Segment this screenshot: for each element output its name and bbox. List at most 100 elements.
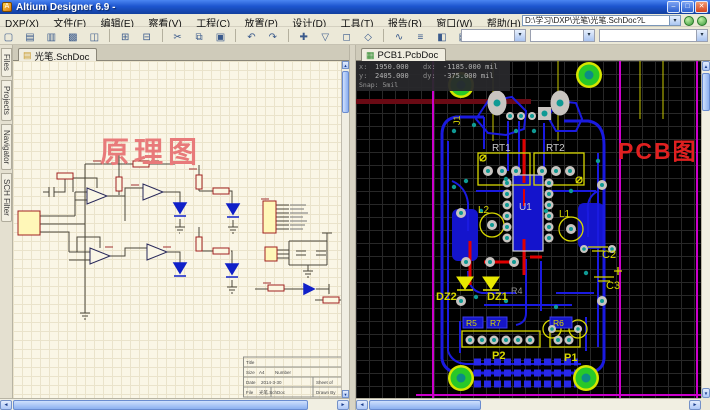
path-dropdown-icon[interactable]: ▾ xyxy=(670,15,681,26)
part-icon[interactable]: ◧ xyxy=(433,29,450,45)
close-button[interactable]: ✕ xyxy=(695,1,708,13)
sch-title-block: Title Size A4 Number Date 2014-3-30 Shee… xyxy=(243,356,341,398)
pcb-canvas[interactable]: x: 1950.000 dx: -1185.000 mil y: 2405.000 d… xyxy=(356,61,701,398)
maximize-button[interactable]: □ xyxy=(681,1,694,13)
window-title: Altium Designer 6.9 - xyxy=(16,1,116,13)
designator-j1: J1 xyxy=(452,115,462,125)
scroll-down-icon[interactable]: ▼ xyxy=(702,388,710,398)
title-bar: A Altium Designer 6.9 - – □ ✕ xyxy=(0,0,710,14)
designator-l1: L1 xyxy=(559,209,571,220)
undo-icon[interactable]: ↶ xyxy=(243,29,260,45)
designator-p2: P2 xyxy=(492,350,505,362)
schematic-doc-icon: ▤ xyxy=(23,50,32,60)
schematic-vscrollbar[interactable]: ▲ ▼ xyxy=(341,61,349,398)
svg-text:Sheet of: Sheet of xyxy=(316,380,334,385)
paste-icon[interactable]: ▣ xyxy=(212,29,229,45)
forward-history-icon[interactable] xyxy=(697,15,707,26)
print-icon[interactable]: ▩ xyxy=(64,29,81,45)
zoom-window-icon[interactable]: ⊞ xyxy=(117,29,134,45)
cut-icon[interactable]: ✂ xyxy=(169,29,186,45)
scroll-right-icon[interactable]: ► xyxy=(689,400,701,410)
cross-probe-icon[interactable]: ✚ xyxy=(295,29,312,45)
pcb-vscrollbar[interactable]: ▲ ▼ xyxy=(701,61,710,398)
rail-tab-files[interactable]: Files xyxy=(1,48,12,77)
schematic-tabstrip: ▤ 光笔.SchDoc xyxy=(13,45,349,63)
svg-text:Date: Date xyxy=(246,380,256,385)
pcb-drawing: J1 RT1 RT2 U1 L2 L1 DZ2 DZ1 C2 C3 R4 R5 … xyxy=(356,61,701,398)
schematic-hscrollbar[interactable]: ◄ ► xyxy=(0,398,349,410)
scroll-thumb[interactable] xyxy=(13,400,308,410)
pcb-overlay-caption: PCB图 xyxy=(618,138,698,164)
schematic-drawing: 原理图 Title Size A4 Number Date 2014-3-30 … xyxy=(17,137,341,398)
rail-tab-navigator[interactable]: Navigator xyxy=(1,123,12,171)
footprint-combo[interactable]: ▾ xyxy=(599,29,708,42)
designator-rt2: RT2 xyxy=(546,143,565,154)
open-icon[interactable]: ▤ xyxy=(21,29,38,45)
svg-text:Number: Number xyxy=(275,370,292,375)
scroll-thumb[interactable] xyxy=(702,73,710,111)
designator-l2: L2 xyxy=(478,205,490,216)
combo-arrow-icon[interactable]: ▾ xyxy=(583,30,594,41)
pcb-tabstrip: ▦ PCB1.PcbDoc xyxy=(356,45,710,63)
layer-pair-combo[interactable]: ▾ xyxy=(461,29,526,42)
combo-arrow-icon[interactable]: ▾ xyxy=(696,30,707,41)
pcb-hscrollbar[interactable]: ◄ ► xyxy=(356,398,701,410)
back-history-icon[interactable] xyxy=(684,15,694,26)
svg-text:File: File xyxy=(246,390,254,395)
redo-icon[interactable]: ↷ xyxy=(264,29,281,45)
scroll-down-icon[interactable]: ▼ xyxy=(342,390,349,398)
pcb-tab-label: PCB1.PcbDoc xyxy=(377,50,439,61)
copy-icon[interactable]: ⧉ xyxy=(191,29,208,45)
sch-opamps xyxy=(86,183,169,265)
new-document-icon[interactable]: ▢ xyxy=(0,29,17,45)
scroll-up-icon[interactable]: ▲ xyxy=(702,61,710,71)
scroll-thumb[interactable] xyxy=(342,71,349,113)
designator-c2: C2 xyxy=(602,249,616,261)
scroll-left-icon[interactable]: ◄ xyxy=(0,400,12,410)
sch-pin-labels xyxy=(290,204,308,230)
designator-r6: R6 xyxy=(553,318,564,328)
workspace-panel-rail: Files Projects Navigator SCH Filter xyxy=(0,45,13,410)
coordinate-hud: x: 1950.000 dx: -1185.000 mil y: 2405.000 d… xyxy=(356,61,510,91)
scroll-thumb[interactable] xyxy=(369,400,481,410)
wire-icon[interactable]: ∿ xyxy=(391,29,408,45)
sch-resistors xyxy=(56,160,340,304)
sch-wires xyxy=(40,163,341,313)
scroll-left-icon[interactable]: ◄ xyxy=(356,400,368,410)
designator-dz1: DZ1 xyxy=(487,291,508,303)
designator-r5: R5 xyxy=(466,318,477,328)
svg-text:Drawn By: Drawn By xyxy=(316,390,336,395)
scroll-right-icon[interactable]: ► xyxy=(337,400,349,410)
designator-u1: U1 xyxy=(519,202,532,213)
designator-r4: R4 xyxy=(511,286,523,296)
rail-tab-projects[interactable]: Projects xyxy=(1,79,12,121)
designator-r7: R7 xyxy=(490,318,501,328)
address-bar: D:\学习\DXP\光笔\光笔.SchDoc?L ▾ xyxy=(522,15,707,26)
app-icon: A xyxy=(2,2,12,12)
via-style-combo[interactable]: ▾ xyxy=(530,29,595,42)
scroll-up-icon[interactable]: ▲ xyxy=(342,61,349,69)
filter-icon[interactable]: ▽ xyxy=(317,29,334,45)
svg-text:Title: Title xyxy=(246,360,255,365)
rail-tab-sch-filter[interactable]: SCH Filter xyxy=(1,173,12,222)
save-icon[interactable]: ▥ xyxy=(43,29,60,45)
minimize-button[interactable]: – xyxy=(667,1,680,13)
pcb-zener-silk xyxy=(456,276,500,291)
svg-text:光笔.SchDoc: 光笔.SchDoc xyxy=(259,389,286,396)
select-icon[interactable]: ◻ xyxy=(338,29,355,45)
schematic-overlay-caption: 原理图 xyxy=(100,137,202,169)
pane-splitter[interactable] xyxy=(349,45,356,410)
move-icon[interactable]: ◇ xyxy=(360,29,377,45)
snap-status: Snap: 5mil xyxy=(359,81,399,89)
zoom-fit-icon[interactable]: ⊟ xyxy=(138,29,155,45)
designator-c3: C3 xyxy=(606,280,620,292)
schematic-canvas[interactable]: 原理图 Title Size A4 Number Date 2014-3-30 … xyxy=(13,61,341,398)
designator-p1: P1 xyxy=(564,352,577,364)
document-path-box[interactable]: D:\学习\DXP\光笔\光笔.SchDoc?L xyxy=(522,15,670,26)
bus-icon[interactable]: ≡ xyxy=(412,29,429,45)
designator-dz2: DZ2 xyxy=(436,291,457,303)
svg-text:Size: Size xyxy=(246,370,255,375)
print-preview-icon[interactable]: ◫ xyxy=(86,29,103,45)
pcb-doc-icon: ▦ xyxy=(366,50,375,60)
combo-arrow-icon[interactable]: ▾ xyxy=(514,30,525,41)
